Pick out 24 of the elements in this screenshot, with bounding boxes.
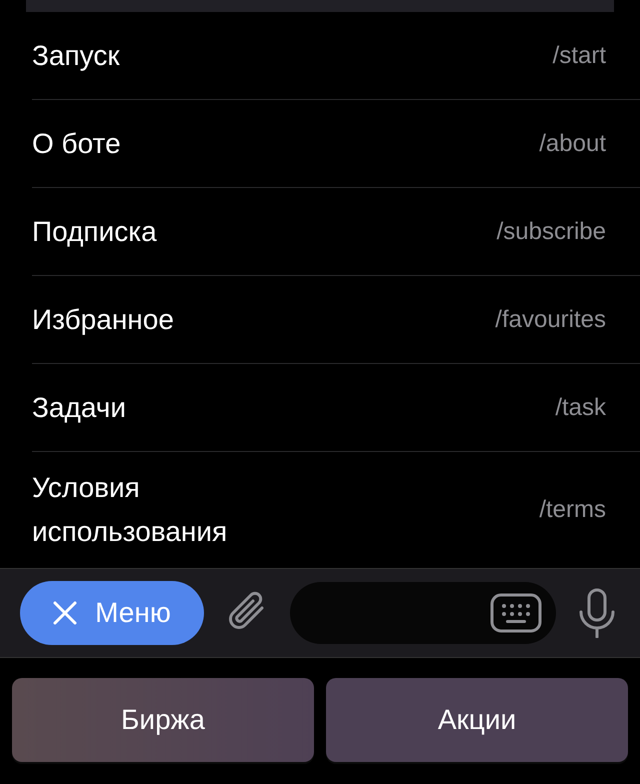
command-item[interactable]: Условия использования /terms: [32, 452, 640, 568]
command-item[interactable]: Запуск /start: [32, 12, 640, 100]
command-title: Избранное: [32, 302, 174, 337]
command-title: Запуск: [32, 38, 120, 73]
command-name: /terms: [539, 496, 606, 524]
command-title: Задачи: [32, 390, 126, 425]
keyboard-button[interactable]: Биржа: [12, 678, 314, 762]
keyboard-icon[interactable]: [490, 593, 542, 633]
command-name: /task: [555, 394, 606, 422]
command-item[interactable]: Задачи /task: [32, 364, 640, 452]
command-item[interactable]: Избранное /favourites: [32, 276, 640, 364]
close-icon: [53, 601, 78, 625]
command-title: Условия использования: [32, 471, 228, 549]
keyboard-button[interactable]: Акции: [326, 678, 628, 762]
command-title: О боте: [32, 126, 121, 160]
command-name: /start: [552, 42, 606, 70]
command-title: Подписка: [32, 214, 157, 249]
command-name: /subscribe: [496, 218, 606, 246]
command-name: /favourites: [495, 306, 606, 334]
command-name: /about: [539, 130, 606, 158]
menu-button[interactable]: Меню: [20, 581, 204, 645]
command-item[interactable]: Подписка /subscribe: [32, 188, 640, 276]
command-item[interactable]: О боте /about: [32, 100, 640, 188]
microphone-icon[interactable]: [578, 588, 616, 638]
